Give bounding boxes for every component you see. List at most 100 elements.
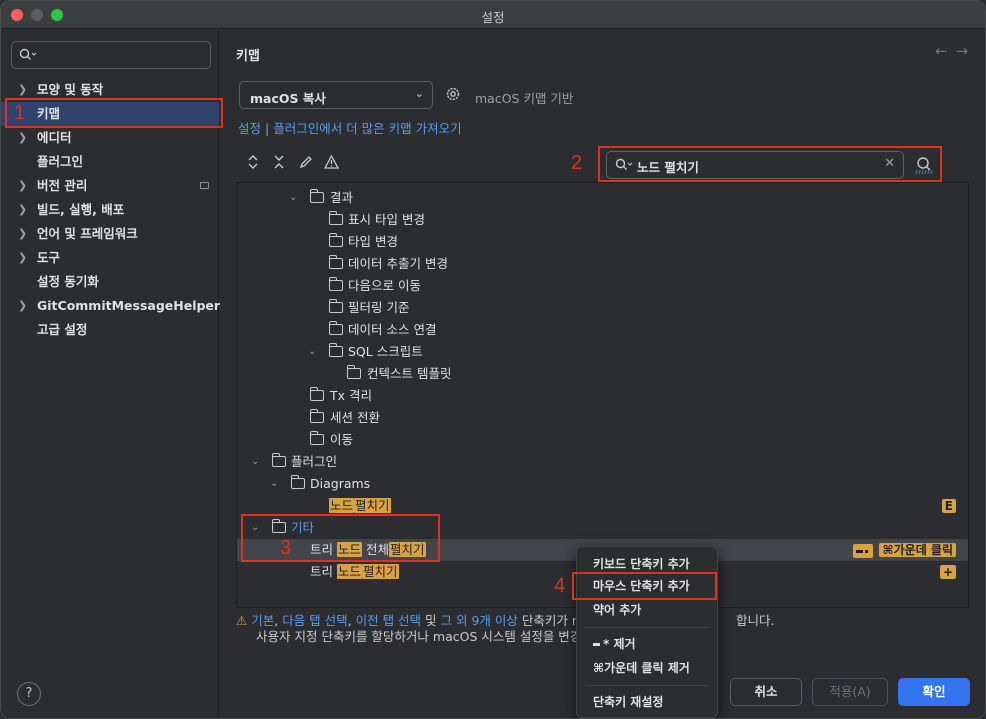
sidebar-item-version-control[interactable]: ❯ 버전 관리 <box>1 174 219 198</box>
warning-icon: ⚠ <box>236 613 248 628</box>
sidebar-item-tools[interactable]: ❯ 도구 <box>1 246 219 270</box>
keymap-select[interactable]: macOS 복사 ⌄ <box>239 81 433 109</box>
folder-icon <box>310 387 324 401</box>
tree-row[interactable]: ⌄ SQL 스크립트 <box>237 341 968 363</box>
menu-item-add-keyboard-shortcut[interactable]: 키보드 단축키 추가 <box>577 553 717 575</box>
conflict-link-basic[interactable]: 기본 <box>251 613 274 628</box>
conflict-link-more[interactable]: 그 외 9개 이상 <box>441 613 518 628</box>
conflict-link-prev-tab[interactable]: 이전 탭 선택 <box>356 613 421 628</box>
chevron-down-icon: ⌄ <box>308 346 317 357</box>
get-keymaps-link[interactable]: 플러그인에서 더 많은 키맵 가져오기 <box>273 121 461 136</box>
tree-row[interactable]: 노드 펼치기 E <box>237 495 968 517</box>
window-title: 설정 <box>481 10 505 25</box>
chevron-right-icon: ❯ <box>18 227 28 240</box>
tree-row[interactable]: ⌄ Diagrams <box>237 473 968 495</box>
conflicts-warning-icon[interactable] <box>322 154 340 173</box>
folder-icon <box>329 233 343 247</box>
apply-button[interactable]: 적용(A) <box>812 678 888 706</box>
action-tree: ⌄ 결과 표시 타입 변경 타입 변경 데이터 추출기 변경 다음으로 이동 필… <box>236 182 969 608</box>
gear-icon[interactable] <box>444 85 462 103</box>
chevron-down-icon: ⌄ <box>270 478 279 489</box>
sidebar-item-keymap[interactable]: 키맵 <box>1 102 219 126</box>
folder-icon <box>310 409 324 423</box>
menu-item-reset-shortcuts[interactable]: 단축키 재설정 <box>577 691 717 713</box>
sidebar-item-settings-sync[interactable]: 설정 동기화 <box>1 270 219 294</box>
folder-icon <box>291 475 305 489</box>
sidebar-item-languages[interactable]: ❯ 언어 및 프레임워크 <box>1 222 219 246</box>
tree-row[interactable]: 이동 <box>237 429 968 451</box>
project-scope-icon <box>200 182 209 189</box>
folder-icon <box>329 277 343 291</box>
folder-icon <box>310 189 324 203</box>
tree-row[interactable]: 다음으로 이동 <box>237 275 968 297</box>
conflict-link-next-tab[interactable]: 다음 탭 선택 <box>282 613 347 628</box>
folder-icon <box>329 299 343 313</box>
folder-icon <box>329 343 343 357</box>
chevron-down-icon: ⌄ <box>251 456 260 467</box>
chevron-down-icon: ⌄ <box>289 192 298 203</box>
help-button[interactable]: ? <box>17 682 41 706</box>
chevron-right-icon: ❯ <box>18 179 28 192</box>
chevron-right-icon: ❯ <box>18 83 28 96</box>
menu-item-add-abbreviation[interactable]: 약어 추가 <box>577 599 717 621</box>
annotation-number-2: 2 <box>571 152 583 174</box>
keymap-select-value: macOS 복사 <box>250 91 326 106</box>
chevron-right-icon: ❯ <box>18 131 28 144</box>
tree-row[interactable]: ⌄ 결과 <box>237 187 968 209</box>
search-icon <box>615 158 633 170</box>
tree-row[interactable]: 데이터 소스 연결 <box>237 319 968 341</box>
context-menu: 키보드 단축키 추가 마우스 단축키 추가 약어 추가 * 제거 ⌘가운데 클릭… <box>576 546 718 718</box>
menu-item-remove-middle-click[interactable]: ⌘가운데 클릭 제거 <box>577 657 717 679</box>
action-search-input[interactable]: 노드 펼치기 ✕ <box>606 151 904 179</box>
mouse-shortcut-icon <box>853 543 874 558</box>
chevron-down-icon: ⌄ <box>251 522 260 533</box>
menu-item-add-mouse-shortcut[interactable]: 마우스 단축키 추가 <box>577 575 717 597</box>
folder-icon <box>347 365 361 379</box>
page-title: 키맵 <box>236 49 260 64</box>
keymap-based-on: macOS 키맵 기반 <box>475 91 574 106</box>
history-nav: ←→ <box>935 42 976 60</box>
dash-key-icon <box>593 643 600 646</box>
tree-row[interactable]: ⌄ 플러그인 <box>237 451 968 473</box>
sidebar-item-gitcommit[interactable]: ❯ GitCommitMessageHelper <box>1 294 220 318</box>
chevron-right-icon: ❯ <box>18 203 28 216</box>
tree-row[interactable]: 필터링 기준 <box>237 297 968 319</box>
clear-search-icon[interactable]: ✕ <box>884 156 895 171</box>
menu-separator <box>585 685 709 686</box>
ok-button[interactable]: 확인 <box>898 678 970 706</box>
tree-row[interactable]: Tx 격리 <box>237 385 968 407</box>
sidebar-item-plugins[interactable]: 플러그인 <box>1 150 219 174</box>
folder-icon <box>329 211 343 225</box>
tree-row[interactable]: 데이터 추출기 변경 <box>237 253 968 275</box>
sidebar-search-input[interactable] <box>11 41 211 69</box>
shortcut-badge: ⌘가운데 클릭 <box>879 543 956 557</box>
folder-icon <box>310 431 324 445</box>
sidebar-item-appearance[interactable]: ❯ 모양 및 동작 <box>1 78 219 102</box>
edit-shortcut-icon[interactable] <box>297 155 315 173</box>
expand-all-icon[interactable] <box>244 155 262 173</box>
sidebar-item-editor[interactable]: ❯ 에디터 <box>1 126 219 150</box>
sidebar-item-build[interactable]: ❯ 빌드, 실행, 배포 <box>1 198 219 222</box>
tree-row[interactable]: 세션 전환 <box>237 407 968 429</box>
settings-sidebar: ❯ 모양 및 동작 키맵 ❯ 에디터 플러그인 ❯ 버전 관리 ❯ 빌드, 실행… <box>1 30 220 718</box>
menu-item-remove-shortcut[interactable]: * 제거 <box>577 633 717 655</box>
tree-row[interactable]: ⌄ 기타 <box>237 517 968 539</box>
settings-link[interactable]: 설정 <box>238 121 261 136</box>
chevron-right-icon: ❯ <box>18 299 28 312</box>
folder-icon <box>272 453 286 467</box>
tree-row[interactable]: 컨텍스트 템플릿 <box>237 363 968 385</box>
tree-row[interactable]: 표시 타입 변경 <box>237 209 968 231</box>
shortcut-badge: E <box>941 499 956 513</box>
forward-arrow-icon[interactable]: → <box>956 42 977 60</box>
collapse-all-icon[interactable] <box>270 155 288 173</box>
cancel-button[interactable]: 취소 <box>730 678 802 706</box>
tree-row[interactable]: 타입 변경 <box>237 231 968 253</box>
annotation-number-3: 3 <box>280 537 292 559</box>
back-arrow-icon[interactable]: ← <box>935 42 956 60</box>
folder-icon <box>329 255 343 269</box>
sidebar-item-advanced[interactable]: 고급 설정 <box>1 318 219 342</box>
find-by-shortcut-icon[interactable] <box>914 155 934 175</box>
chevron-down-icon: ⌄ <box>414 87 424 100</box>
annotation-number-4: 4 <box>554 575 566 597</box>
title-bar: 설정 <box>1 1 985 29</box>
